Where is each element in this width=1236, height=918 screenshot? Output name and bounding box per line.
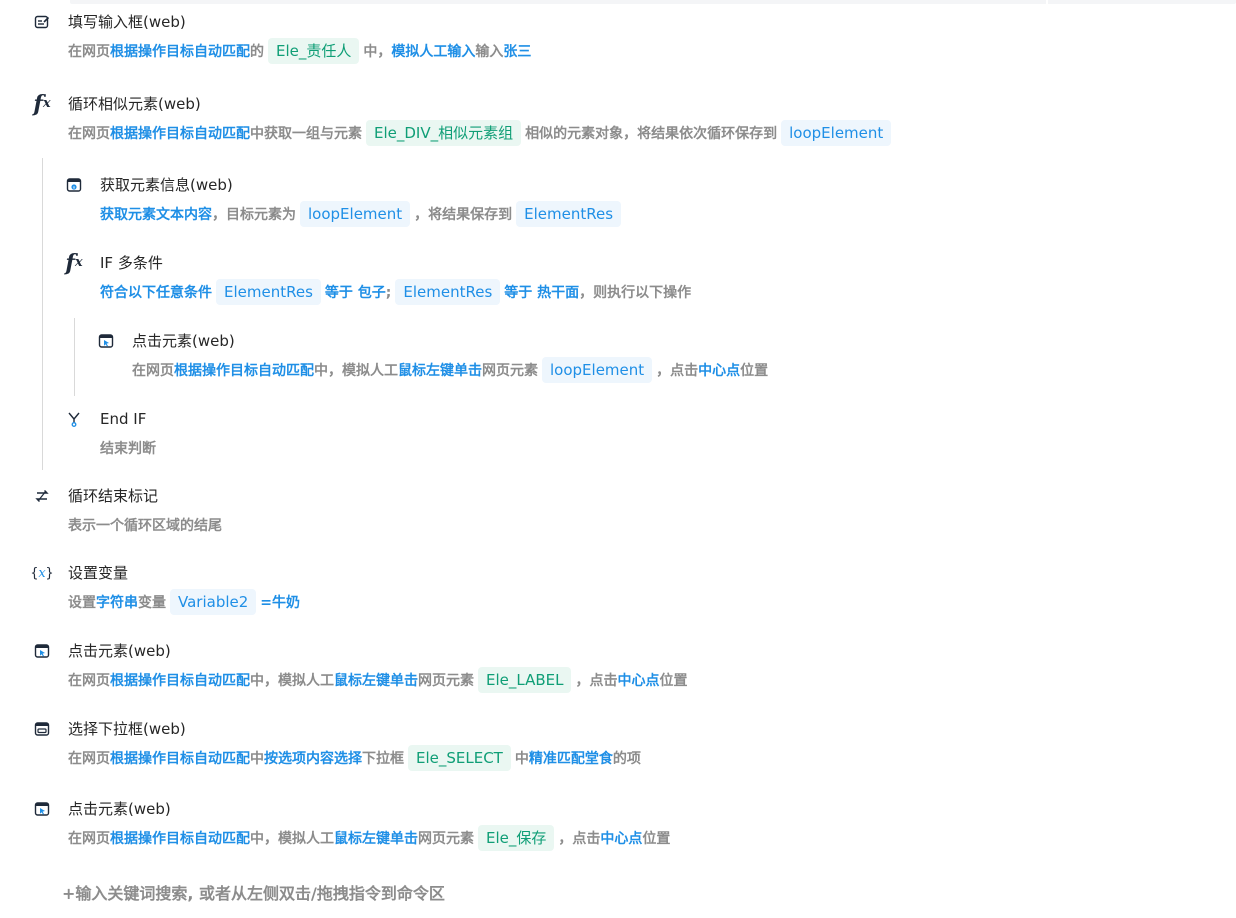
step-title: 选择下拉框(web) bbox=[68, 720, 186, 738]
step-if-multi-condition[interactable]: fx IF 多条件 符合以下任意条件 ElementRes 等于 包子; Elemen… bbox=[64, 250, 964, 313]
browser-info-icon bbox=[64, 175, 84, 195]
step-description: 在网页根据操作目标自动匹配中，模拟人工鼠标左键单击网页元素 loopElement… bbox=[132, 357, 768, 385]
step-title: 点击元素(web) bbox=[68, 642, 171, 660]
step-title: 循环相似元素(web) bbox=[68, 95, 201, 113]
element-chip[interactable]: Ele_保存 bbox=[478, 825, 555, 851]
step-set-variable[interactable]: {x} 设置变量 设置字符串变量 Variable2 =牛奶 bbox=[30, 563, 532, 623]
if-body-guide-line bbox=[74, 318, 75, 396]
step-description: 结束判断 bbox=[100, 441, 156, 457]
element-chip[interactable]: Ele_责任人 bbox=[268, 38, 360, 64]
step-description: 在网页根据操作目标自动匹配中，模拟人工鼠标左键单击网页元素 Ele_LABEL ，点… bbox=[68, 667, 687, 695]
step-title: End IF bbox=[100, 410, 147, 428]
variable-chip[interactable]: loopElement bbox=[542, 357, 653, 383]
step-description: 符合以下任意条件 ElementRes 等于 包子; ElementRes 等于 热干面… bbox=[100, 279, 691, 307]
element-chip[interactable]: Ele_SELECT bbox=[408, 745, 511, 771]
step-loop-similar[interactable]: fx 循环相似元素(web) 在网页根据操作目标自动匹配中获取一组与元素 Ele_… bbox=[32, 91, 1182, 154]
fx-function-icon: fx bbox=[65, 250, 83, 276]
step-description: 在网页根据操作目标自动匹配中按选项内容选择下拉框 Ele_SELECT 中精准匹配堂… bbox=[68, 745, 641, 773]
step-title: 获取元素信息(web) bbox=[100, 176, 233, 194]
add-command-hint[interactable]: +输入关键词搜索, 或者从左侧双击/拖拽指令到命令区 bbox=[62, 882, 445, 906]
element-chip[interactable]: Ele_DIV_相似元素组 bbox=[366, 120, 522, 146]
step-description: 表示一个循环区域的结尾 bbox=[68, 518, 222, 534]
fx-function-icon: fx bbox=[33, 91, 51, 117]
variable-braces-icon: {x} bbox=[30, 565, 54, 581]
edit-input-icon bbox=[32, 12, 52, 32]
merge-branch-icon bbox=[64, 409, 84, 429]
variable-chip[interactable]: loopElement bbox=[781, 120, 892, 146]
loop-end-icon bbox=[32, 486, 52, 506]
variable-chip[interactable]: ElementRes bbox=[216, 279, 321, 305]
step-description: 设置字符串变量 Variable2 =牛奶 bbox=[68, 589, 300, 617]
step-title: 点击元素(web) bbox=[68, 800, 171, 818]
step-fill-input[interactable]: 填写输入框(web) 在网页根据操作目标自动匹配的 Ele_责任人 中，模拟人工输入… bbox=[32, 12, 1132, 72]
browser-click-icon bbox=[32, 641, 52, 661]
step-description: 在网页根据操作目标自动匹配的 Ele_责任人 中，模拟人工输入输入张三 bbox=[68, 38, 531, 66]
dropdown-select-icon bbox=[32, 719, 52, 739]
variable-chip[interactable]: ElementRes bbox=[395, 279, 501, 305]
top-strip-divider bbox=[1046, 0, 1048, 4]
step-end-if[interactable]: End IF 结束判断 bbox=[64, 409, 464, 463]
step-click-element-inner[interactable]: 点击元素(web) 在网页根据操作目标自动匹配中，模拟人工鼠标左键单击网页元素 l… bbox=[96, 331, 996, 391]
step-description: 获取元素文本内容，目标元素为 loopElement ，将结果保存到 ElementR… bbox=[100, 201, 625, 229]
step-click-element-save[interactable]: 点击元素(web) 在网页根据操作目标自动匹配中，模拟人工鼠标左键单击网页元素 E… bbox=[32, 799, 932, 859]
top-scroll-strip bbox=[70, 0, 1236, 4]
step-title: 循环结束标记 bbox=[68, 487, 159, 505]
element-chip[interactable]: Ele_LABEL bbox=[478, 667, 572, 693]
step-title: 设置变量 bbox=[68, 564, 129, 582]
step-title: IF 多条件 bbox=[100, 254, 163, 272]
step-title: 点击元素(web) bbox=[132, 332, 235, 350]
step-click-element-label[interactable]: 点击元素(web) 在网页根据操作目标自动匹配中，模拟人工鼠标左键单击网页元素 E… bbox=[32, 641, 932, 701]
step-title: 填写输入框(web) bbox=[68, 13, 186, 31]
browser-click-icon bbox=[32, 799, 52, 819]
step-description: 在网页根据操作目标自动匹配中，模拟人工鼠标左键单击网页元素 Ele_保存 ，点击中心… bbox=[68, 825, 670, 853]
step-loop-end[interactable]: 循环结束标记 表示一个循环区域的结尾 bbox=[32, 486, 432, 540]
browser-click-icon bbox=[96, 331, 116, 351]
step-description: 在网页根据操作目标自动匹配中获取一组与元素 Ele_DIV_相似元素组 相似的元素对… bbox=[68, 120, 895, 148]
step-get-element-info[interactable]: 获取元素信息(web) 获取元素文本内容，目标元素为 loopElement ，将结… bbox=[64, 175, 864, 235]
step-select-dropdown[interactable]: 选择下拉框(web) 在网页根据操作目标自动匹配中按选项内容选择下拉框 Ele_S… bbox=[32, 719, 932, 779]
loop-body-guide-line bbox=[42, 158, 43, 470]
variable-chip[interactable]: loopElement bbox=[300, 201, 411, 227]
variable-chip[interactable]: Variable2 bbox=[170, 589, 257, 615]
variable-chip[interactable]: ElementRes bbox=[516, 201, 622, 227]
